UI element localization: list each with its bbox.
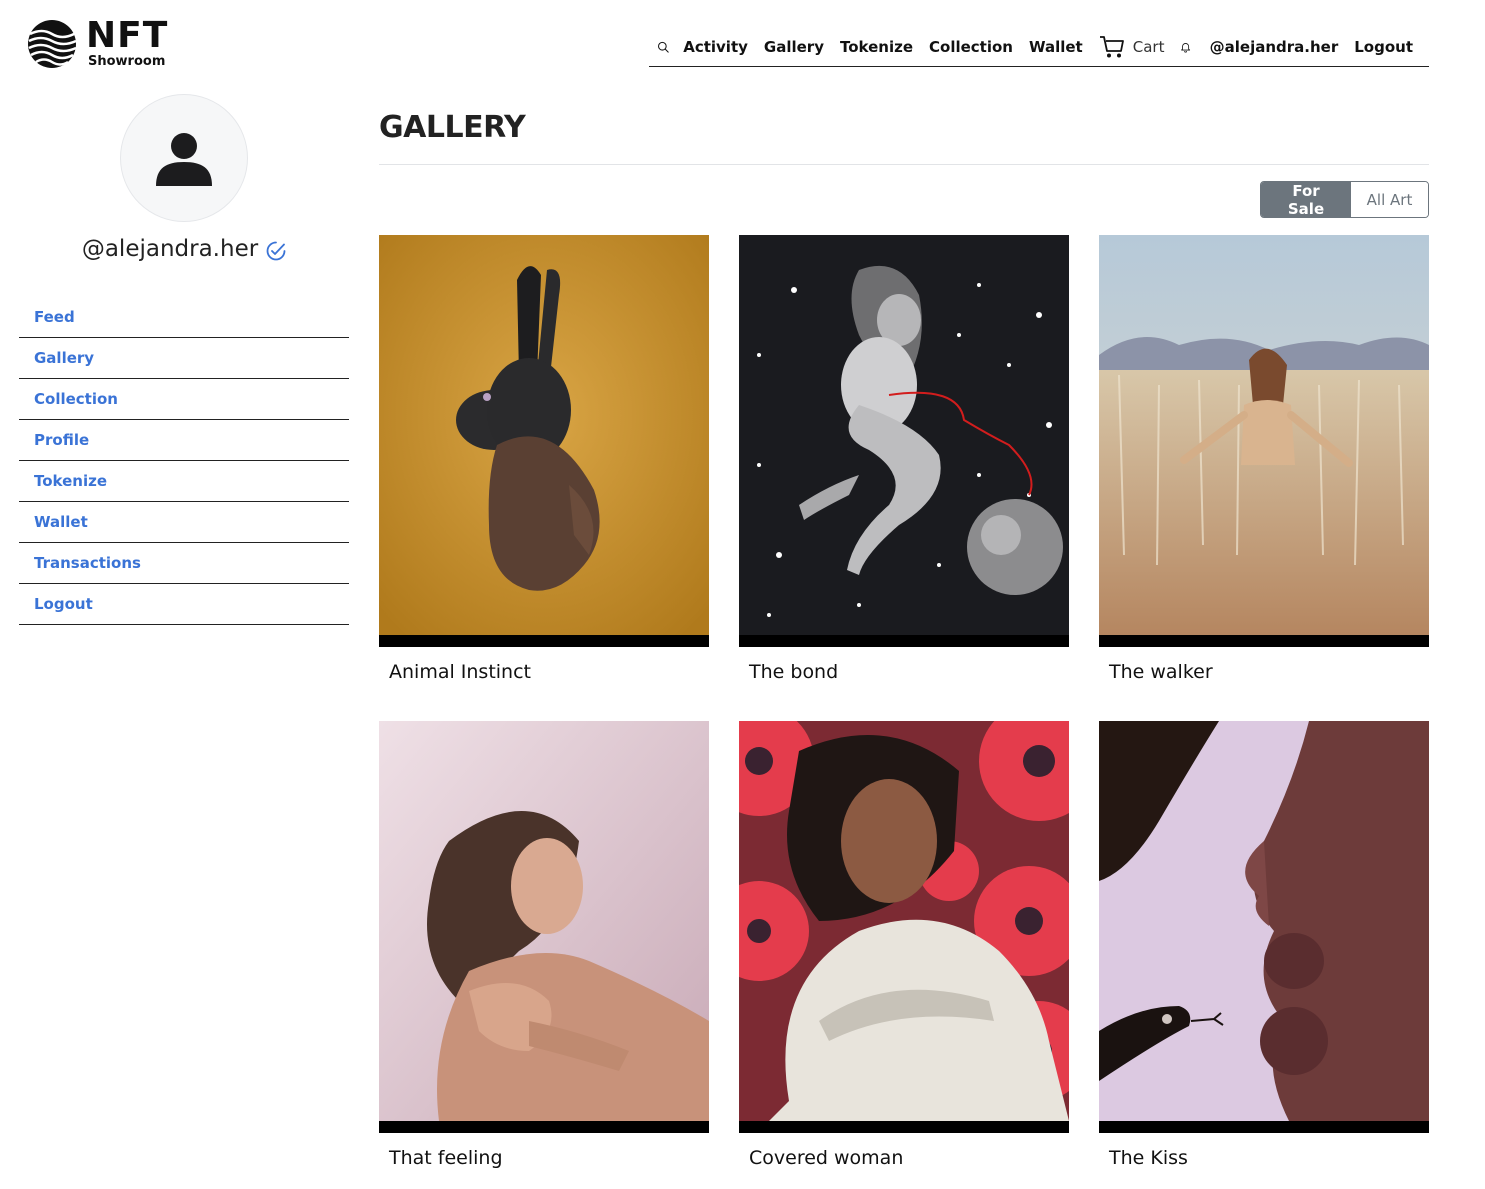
logo-icon [28, 20, 77, 68]
artwork-card[interactable]: Covered woman [739, 721, 1069, 1169]
artwork-image[interactable] [1099, 721, 1429, 1121]
sale-filter-toggle: For Sale All Art [1260, 181, 1429, 218]
artwork-image[interactable] [379, 721, 709, 1121]
artwork-title[interactable]: The Kiss [1099, 1147, 1429, 1169]
nav-tokenize[interactable]: Tokenize [840, 38, 913, 56]
sidebar-item-profile[interactable]: Profile [19, 420, 349, 461]
artwork-title[interactable]: The walker [1099, 661, 1429, 683]
artwork-bar [1099, 635, 1429, 647]
sidebar-item-gallery[interactable]: Gallery [19, 338, 349, 379]
sidebar-item-wallet[interactable]: Wallet [19, 502, 349, 543]
nav-collection[interactable]: Collection [929, 38, 1013, 56]
sidebar-item-tokenize[interactable]: Tokenize [19, 461, 349, 502]
nav-gallery[interactable]: Gallery [764, 38, 824, 56]
brand-name: NFT [86, 15, 169, 56]
page-title: GALLERY [379, 110, 526, 145]
artwork-title[interactable]: The bond [739, 661, 1069, 683]
artwork-card[interactable]: The bond [739, 235, 1069, 683]
top-nav: Activity Gallery Tokenize Collection Wal… [649, 28, 1429, 67]
sidebar-nav: Feed Gallery Collection Profile Tokenize… [19, 297, 349, 625]
profile-username: @alejandra.her [81, 236, 259, 262]
sidebar-item-collection[interactable]: Collection [19, 379, 349, 420]
nav-logout[interactable]: Logout [1354, 38, 1413, 56]
title-divider [379, 164, 1429, 165]
artwork-bar [1099, 1121, 1429, 1133]
profile-username-row: @alejandra.her [0, 236, 368, 262]
cart-label: Cart [1132, 38, 1165, 56]
sidebar-item-feed[interactable]: Feed [19, 297, 349, 338]
artwork-image[interactable] [739, 721, 1069, 1121]
sidebar-item-transactions[interactable]: Transactions [19, 543, 349, 584]
artwork-card[interactable]: That feeling [379, 721, 709, 1169]
artwork-image[interactable] [1099, 235, 1429, 635]
brand-subtitle: Showroom [88, 54, 166, 69]
artwork-title[interactable]: Animal Instinct [379, 661, 709, 683]
artwork-card[interactable]: The walker [1099, 235, 1429, 683]
sidebar-item-logout[interactable]: Logout [19, 584, 349, 625]
artwork-bar [739, 1121, 1069, 1133]
artwork-bar [379, 635, 709, 647]
artwork-card[interactable]: The Kiss [1099, 721, 1429, 1169]
nav-wallet[interactable]: Wallet [1029, 38, 1083, 56]
artwork-title[interactable]: That feeling [379, 1147, 709, 1169]
user-icon [156, 133, 212, 186]
nav-user[interactable]: @alejandra.her [1210, 38, 1339, 56]
filter-for-sale-button[interactable]: For Sale [1261, 182, 1351, 217]
artwork-image[interactable] [379, 235, 709, 635]
verified-check-icon [266, 241, 286, 261]
avatar [120, 94, 248, 222]
artwork-image[interactable] [739, 235, 1069, 635]
filter-all-art-button[interactable]: All Art [1351, 182, 1428, 217]
nav-cart[interactable]: Cart [1099, 35, 1165, 59]
artwork-bar [379, 1121, 709, 1133]
cart-icon [1099, 36, 1124, 58]
search-icon[interactable] [657, 35, 669, 59]
brand-logo[interactable]: NFT Showroom [26, 18, 168, 70]
artwork-title[interactable]: Covered woman [739, 1147, 1069, 1169]
nav-activity[interactable]: Activity [683, 38, 748, 56]
artwork-bar [739, 635, 1069, 647]
bell-icon[interactable] [1180, 36, 1191, 58]
artwork-card[interactable]: Animal Instinct [379, 235, 709, 683]
